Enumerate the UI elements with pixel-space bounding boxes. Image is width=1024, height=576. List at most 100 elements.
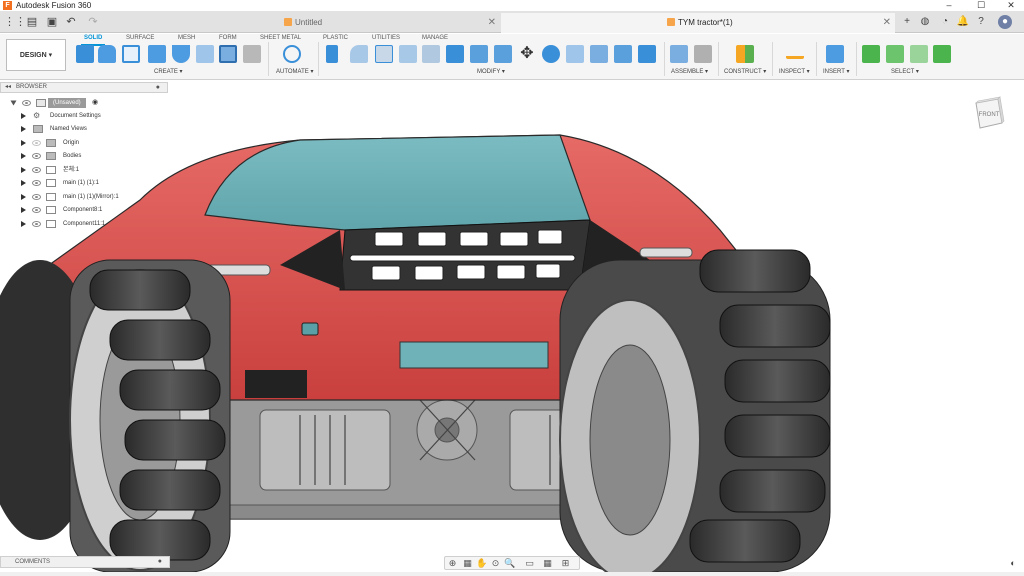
browser-pin-icon[interactable]: ●	[156, 83, 160, 92]
visibility-eye-icon[interactable]	[32, 221, 41, 227]
tree-item-origin[interactable]: Origin	[0, 137, 110, 149]
tab-tym-tractor[interactable]: TYM tractor*(1) ✕	[501, 13, 895, 33]
tab-plastic[interactable]: PLASTIC	[323, 34, 348, 43]
extrude-icon[interactable]	[98, 45, 116, 63]
expand-icon[interactable]	[21, 180, 26, 186]
close-window-button[interactable]: ✕	[996, 0, 1024, 11]
zoom-icon[interactable]: ⊙	[490, 558, 501, 569]
tab-utilities[interactable]: UTILITIES	[372, 34, 400, 43]
select-icon[interactable]	[862, 45, 880, 63]
tree-item-document-settings[interactable]: ⚙ Document Settings	[0, 110, 110, 122]
orbit-icon[interactable]: ⊕	[447, 558, 458, 569]
activate-radio-icon[interactable]: ◉	[92, 97, 98, 109]
shell-icon[interactable]	[399, 45, 417, 63]
group-inspect[interactable]: INSPECT ▾	[779, 68, 810, 76]
visibility-eye-icon[interactable]	[22, 100, 31, 106]
extensions-icon[interactable]: ◍	[918, 15, 932, 29]
tab-close-icon[interactable]: ✕	[488, 13, 496, 33]
loft-icon[interactable]	[196, 45, 214, 63]
manage-materials-icon[interactable]	[638, 45, 656, 63]
new-component-assemble-icon[interactable]	[670, 45, 688, 63]
tab-mesh[interactable]: MESH	[178, 34, 195, 43]
visibility-eye-icon[interactable]	[32, 180, 41, 186]
replace-face-icon[interactable]	[494, 45, 512, 63]
combine-icon[interactable]	[470, 45, 488, 63]
tab-close-icon[interactable]: ✕	[883, 13, 891, 33]
tab-sheet-metal[interactable]: SHEET METAL	[260, 34, 301, 43]
new-component-icon[interactable]	[76, 45, 94, 63]
group-modify[interactable]: MODIFY ▾	[477, 68, 505, 76]
notifications-icon[interactable]: 🔔	[956, 15, 970, 29]
help-icon[interactable]: ?	[974, 15, 988, 29]
appearance-icon[interactable]	[614, 45, 632, 63]
collapse-browser-icon[interactable]: ◂◂	[5, 83, 11, 92]
grid-settings-icon[interactable]: ▦	[542, 558, 553, 569]
automate-icon[interactable]	[283, 45, 301, 63]
display-settings-icon[interactable]: ▭	[524, 558, 535, 569]
tree-item-component11[interactable]: Component11:1	[0, 218, 120, 230]
tree-item-main-mirror[interactable]: main (1) (1)(Mirror):1	[0, 191, 130, 203]
press-pull-icon[interactable]	[326, 45, 338, 63]
expand-icon[interactable]	[10, 100, 17, 106]
group-automate[interactable]: AUTOMATE ▾	[276, 68, 313, 76]
selection-filter-icon[interactable]	[910, 45, 928, 63]
measure-icon[interactable]	[786, 45, 804, 59]
tree-root[interactable]: (Unsaved) ◉	[0, 97, 110, 109]
visibility-eye-icon[interactable]	[32, 167, 41, 173]
eraser-icon[interactable]	[243, 45, 261, 63]
maximize-button[interactable]: ☐	[966, 0, 996, 11]
look-at-icon[interactable]: ▦	[462, 558, 473, 569]
group-create[interactable]: CREATE ▾	[154, 68, 183, 76]
move-icon[interactable]: ✥	[518, 45, 536, 63]
offset-plane-icon[interactable]	[736, 45, 754, 63]
sweep-icon[interactable]	[172, 45, 190, 63]
job-status-icon[interactable]: ◔	[938, 15, 952, 29]
visibility-eye-icon[interactable]	[32, 153, 41, 159]
expand-icon[interactable]	[21, 194, 26, 200]
chamfer-icon[interactable]	[375, 45, 393, 63]
tree-item-main-1-1[interactable]: main (1) (1):1	[0, 177, 120, 189]
tab-form[interactable]: FORM	[219, 34, 237, 43]
revolve-icon[interactable]	[148, 45, 166, 63]
physical-material-icon[interactable]	[590, 45, 608, 63]
expand-icon[interactable]	[21, 140, 26, 146]
visibility-eye-icon[interactable]	[32, 207, 41, 213]
selection-sets-icon[interactable]	[933, 45, 951, 63]
viewports-icon[interactable]: ⊞	[560, 558, 571, 569]
comments-panel[interactable]: COMMENTS ●	[0, 556, 170, 568]
group-construct[interactable]: CONSTRUCT ▾	[724, 68, 766, 76]
tree-item-component8[interactable]: Component8:1	[0, 204, 120, 216]
expand-icon[interactable]	[21, 153, 26, 159]
undo-icon[interactable]: ↶	[64, 15, 78, 29]
save-icon[interactable]: ▣	[46, 15, 58, 29]
file-menu-icon[interactable]: ▤	[24, 15, 40, 29]
sketch-icon[interactable]	[122, 45, 140, 63]
user-avatar[interactable]: ●	[998, 15, 1012, 29]
draft-icon[interactable]	[422, 45, 440, 63]
minimize-button[interactable]: –	[934, 0, 964, 11]
align-icon[interactable]	[566, 45, 584, 63]
expand-icon[interactable]	[21, 221, 26, 227]
visibility-eye-icon[interactable]	[32, 194, 41, 200]
fit-icon[interactable]: 🔍	[504, 558, 515, 569]
text-commands-icon[interactable]: ◐	[1006, 556, 1020, 570]
tree-item-bodies[interactable]: Bodies	[0, 150, 110, 162]
tree-item-component-main-body[interactable]: 본체:1	[0, 164, 110, 176]
tab-solid[interactable]: SOLID	[80, 34, 106, 46]
tab-surface[interactable]: SURFACE	[126, 34, 154, 43]
comments-pin-icon[interactable]: ●	[158, 557, 162, 567]
redo-icon[interactable]: ↷	[86, 15, 100, 29]
window-select-icon[interactable]	[886, 45, 904, 63]
workspace-switcher-button[interactable]: DESIGN ▾	[6, 39, 66, 71]
tab-manage[interactable]: MANAGE	[422, 34, 448, 43]
visibility-eye-icon[interactable]	[32, 140, 41, 146]
new-tab-icon[interactable]: +	[900, 15, 914, 29]
app-grid-icon[interactable]: ⋮⋮	[4, 15, 26, 29]
fillet-icon[interactable]	[350, 45, 368, 63]
group-assemble[interactable]: ASSEMBLE ▾	[671, 68, 708, 76]
insert-image-icon[interactable]	[826, 45, 844, 63]
browser-header[interactable]: ◂◂ BROWSER ●	[0, 82, 168, 93]
expand-icon[interactable]	[21, 207, 26, 213]
expand-icon[interactable]	[21, 126, 26, 132]
pan-icon[interactable]: ✋	[476, 558, 487, 569]
